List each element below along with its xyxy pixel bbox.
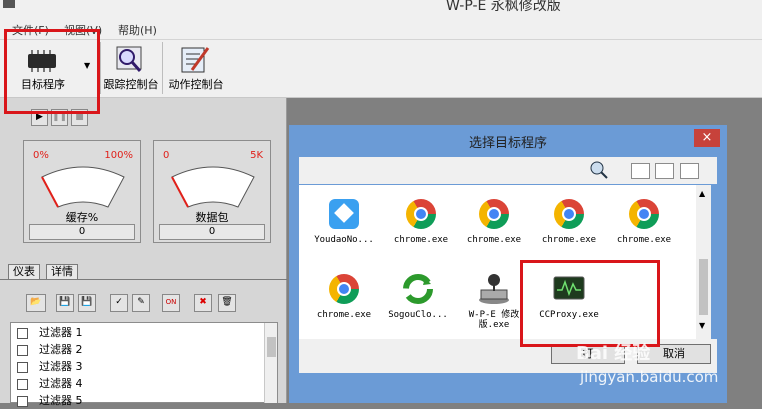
item-label: chrome.exe (616, 235, 672, 245)
item-label: chrome.exe (466, 235, 522, 245)
list-item[interactable]: 过滤器 4 (17, 375, 83, 392)
filter-label: 过滤器 1 (39, 326, 83, 339)
toolbar-separator (162, 42, 163, 94)
save-all-icon[interactable]: 💾 (78, 294, 96, 312)
item-label: W-P-E 修改版.exe (468, 310, 520, 330)
action-console-icon (181, 47, 210, 73)
tab-meters[interactable]: 仪表 (8, 264, 40, 279)
close-icon[interactable]: × (694, 129, 720, 147)
item-label: SogouClo... (388, 310, 448, 320)
gauge-dial (171, 166, 255, 208)
trace-console-icon (116, 46, 142, 72)
gauge-name: 缓存% (65, 211, 99, 224)
tab-divider (0, 279, 287, 280)
save-icon[interactable]: 💾 (56, 294, 74, 312)
filter-checkbox[interactable] (17, 378, 28, 390)
scroll-down-icon[interactable]: ▼ (699, 321, 705, 330)
action-console-label: 动作控制台 (168, 78, 224, 91)
gauge-max-label: 100% (104, 150, 133, 161)
filter-checkbox[interactable] (17, 327, 28, 339)
on-off-icon[interactable]: ON (162, 294, 180, 312)
chrome-icon (404, 197, 438, 231)
list-item[interactable]: 过滤器 1 (17, 324, 83, 341)
highlight-box-target (4, 29, 100, 114)
filter-list: 过滤器 1 过滤器 2 过滤器 3 过滤器 4 过滤器 5 (10, 322, 278, 407)
toolbar: ▼ 目标程序 跟踪控制台 动作控制台 (0, 40, 762, 98)
list-item[interactable]: 过滤器 3 (17, 358, 83, 375)
menu-bar: 文件(F) 视图(V) 帮助(H) (0, 18, 762, 40)
gauge-max-label: 5K (250, 150, 263, 161)
buffer-gauge: 0% 100% 缓存% 0 (23, 140, 141, 243)
filter-label: 过滤器 4 (39, 377, 83, 390)
trace-console-label: 跟踪控制台 (103, 78, 159, 91)
tab-details[interactable]: 详情 (46, 264, 78, 279)
title-bar: W-P-E 永枫修改版 (0, 0, 762, 18)
delete-x-icon[interactable]: ✖ (194, 294, 212, 312)
gauge-min-label: 0% (33, 150, 49, 161)
view-large-icons-button[interactable] (631, 163, 650, 179)
chrome-icon (627, 197, 661, 231)
menu-help[interactable]: 帮助(H) (118, 22, 157, 38)
action-console-button[interactable]: 动作控制台 (164, 42, 228, 94)
list-item[interactable]: chrome.exe (455, 197, 533, 245)
watermark-url: jingyan.baidu.com (580, 368, 719, 386)
list-item[interactable]: 过滤器 2 (17, 341, 83, 358)
watermark-brand: Bai 经验 (576, 343, 651, 364)
list-item[interactable]: SogouClo... (379, 272, 457, 320)
item-label: chrome.exe (541, 235, 597, 245)
filter-label: 过滤器 2 (39, 343, 83, 356)
scrollbar-thumb[interactable] (267, 337, 276, 357)
list-item[interactable]: 过滤器 5 (17, 392, 83, 409)
trace-console-button[interactable]: 跟踪控制台 (102, 42, 160, 94)
app-icon (3, 0, 15, 8)
trash-icon[interactable]: 🗑 (218, 294, 236, 312)
filter-checkbox[interactable] (17, 344, 28, 356)
list-item[interactable]: chrome.exe (305, 272, 383, 320)
toolbar-separator (100, 42, 101, 94)
sogou-cloud-icon (401, 272, 435, 306)
pen-icon[interactable]: ✎ (132, 294, 150, 312)
filter-scrollbar[interactable] (264, 323, 277, 403)
chrome-icon (552, 197, 586, 231)
view-list-button[interactable] (655, 163, 674, 179)
item-label: YoudaoNo... (314, 235, 374, 245)
scroll-up-icon[interactable]: ▲ (699, 189, 705, 198)
item-label: chrome.exe (393, 235, 449, 245)
gauge-min-label: 0 (163, 150, 170, 161)
list-item[interactable]: chrome.exe (382, 197, 460, 245)
filter-checkbox[interactable] (17, 395, 28, 407)
gauge-value: 0 (29, 224, 135, 240)
refresh-search-icon[interactable] (589, 160, 609, 180)
list-item[interactable]: chrome.exe (605, 197, 683, 245)
wpe-icon (477, 272, 511, 306)
gauge-value: 0 (159, 224, 265, 240)
view-details-button[interactable] (680, 163, 699, 179)
chrome-icon (327, 272, 361, 306)
item-label: chrome.exe (316, 310, 372, 320)
edit-check-icon[interactable]: ✓ (110, 294, 128, 312)
dialog-title: 选择目标程序 (468, 136, 547, 151)
dialog-scrollbar[interactable]: ▲ ▼ (696, 185, 711, 339)
highlight-box-ccproxy (520, 260, 660, 347)
window-title: W-P-E 永枫修改版 (446, 0, 561, 14)
list-item[interactable]: chrome.exe (530, 197, 608, 245)
filter-label: 过滤器 5 (39, 394, 83, 407)
packets-gauge: 0 5K 数据包 0 (153, 140, 271, 243)
list-item[interactable]: YoudaoNo... (305, 197, 383, 245)
gauge-name: 数据包 (195, 211, 229, 224)
open-folder-button[interactable]: 📂 (26, 294, 46, 312)
youdao-note-icon (327, 197, 361, 231)
filter-label: 过滤器 3 (39, 360, 83, 373)
chrome-icon (477, 197, 511, 231)
gauge-dial (41, 166, 125, 208)
scrollbar-thumb[interactable] (699, 259, 708, 315)
filter-checkbox[interactable] (17, 361, 28, 373)
